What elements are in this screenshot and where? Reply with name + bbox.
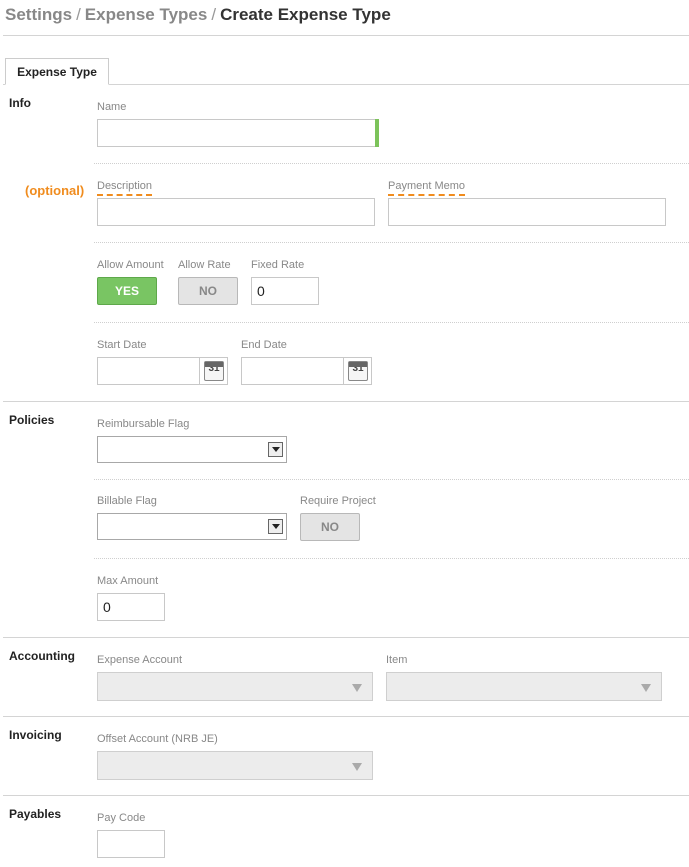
section-divider — [3, 716, 689, 717]
section-title-invoicing: Invoicing — [9, 728, 62, 742]
breadcrumb-separator: / — [76, 5, 81, 24]
section-title-info: Info — [9, 96, 31, 110]
divider — [94, 242, 689, 243]
tab-expense-type[interactable]: Expense Type — [5, 58, 109, 85]
expense-account-select[interactable] — [97, 672, 373, 701]
max-amount-input[interactable]: 0 — [97, 593, 165, 621]
breadcrumb-expense-types-link[interactable]: Expense Types — [85, 5, 208, 24]
allow-amount-toggle[interactable]: YES — [97, 277, 157, 305]
section-divider — [3, 637, 689, 638]
description-label: Description — [97, 180, 153, 196]
pay-code-label: Pay Code — [97, 812, 146, 824]
offset-account-label: Offset Account (NRB JE) — [97, 733, 218, 745]
divider — [94, 163, 689, 164]
section-divider — [3, 401, 689, 402]
breadcrumb-separator: / — [211, 5, 217, 24]
fixed-rate-input[interactable]: 0 — [251, 277, 319, 305]
divider — [199, 358, 200, 384]
section-title-accounting: Accounting — [9, 649, 75, 663]
billable-flag-select[interactable] — [97, 513, 287, 540]
section-title-payables: Payables — [9, 807, 62, 821]
divider — [94, 322, 689, 323]
reimbursable-flag-select[interactable] — [97, 436, 287, 463]
optional-tag: (optional) — [25, 183, 85, 198]
page-title: Create Expense Type — [220, 5, 391, 24]
item-label: Item — [386, 654, 408, 666]
description-input[interactable] — [97, 198, 375, 226]
chevron-down-icon[interactable] — [268, 519, 283, 534]
name-label: Name — [97, 101, 127, 113]
name-input[interactable] — [97, 119, 379, 147]
calendar-icon[interactable]: 31 — [204, 361, 224, 381]
breadcrumb: Settings / Expense Types / Create Expense Ty… — [5, 5, 391, 25]
expense-account-label: Expense Account — [97, 654, 183, 666]
offset-account-select[interactable] — [97, 751, 373, 780]
end-date-label: End Date — [241, 339, 287, 351]
require-project-label: Require Project — [300, 495, 376, 507]
start-date-input[interactable]: 31 — [97, 357, 228, 385]
allow-amount-label: Allow Amount — [97, 259, 164, 271]
header-divider — [3, 35, 689, 36]
require-project-toggle[interactable]: NO — [300, 513, 360, 541]
allow-rate-label: Allow Rate — [178, 259, 231, 271]
calendar-icon[interactable]: 31 — [348, 361, 368, 381]
divider — [94, 479, 689, 480]
pay-code-input[interactable] — [97, 830, 165, 858]
allow-rate-toggle[interactable]: NO — [178, 277, 238, 305]
item-select[interactable] — [386, 672, 662, 701]
breadcrumb-settings-link[interactable]: Settings — [5, 5, 72, 24]
end-date-input[interactable]: 31 — [241, 357, 372, 385]
chevron-down-icon[interactable] — [268, 442, 283, 457]
payment-memo-label: Payment Memo — [388, 180, 466, 196]
required-marker — [375, 119, 379, 147]
start-date-label: Start Date — [97, 339, 147, 351]
divider — [94, 558, 689, 559]
divider — [343, 358, 344, 384]
section-divider — [3, 795, 689, 796]
fixed-rate-label: Fixed Rate — [251, 259, 305, 271]
reimbursable-flag-label: Reimbursable Flag — [97, 418, 190, 430]
section-title-policies: Policies — [9, 413, 55, 427]
max-amount-label: Max Amount — [97, 575, 159, 587]
payment-memo-input[interactable] — [388, 198, 666, 226]
billable-flag-label: Billable Flag — [97, 495, 157, 507]
